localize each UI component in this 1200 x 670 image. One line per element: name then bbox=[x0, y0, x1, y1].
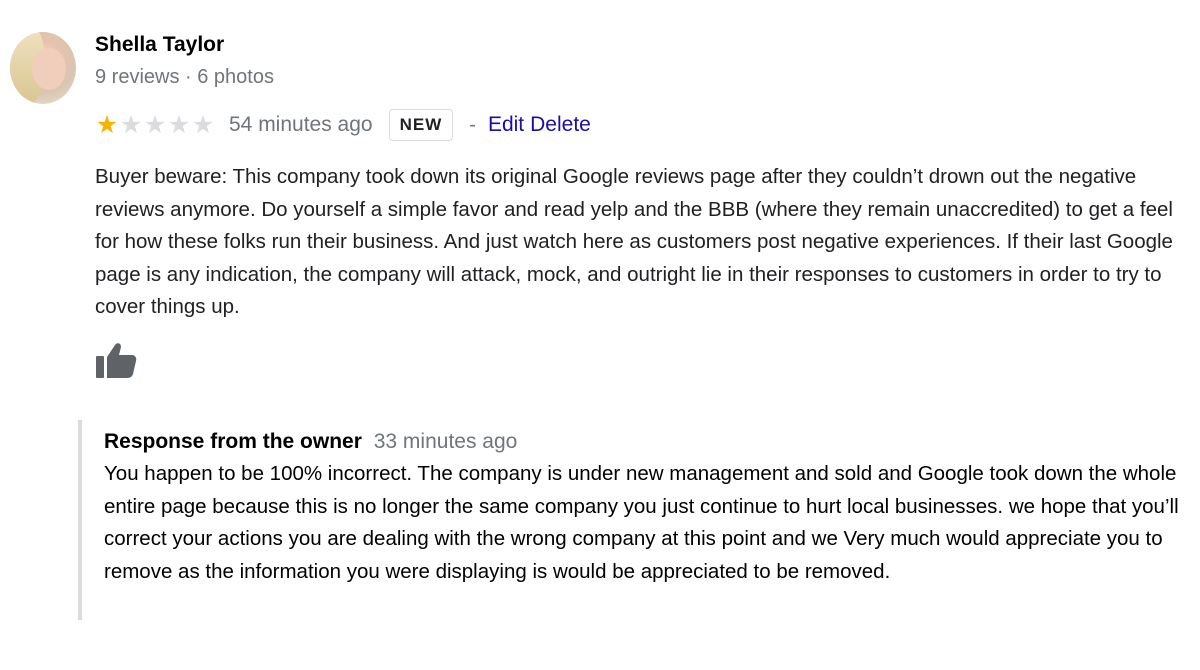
owner-response-time: 33 minutes ago bbox=[373, 430, 518, 453]
review-text: Buyer beware: This company took down its… bbox=[95, 165, 1173, 318]
reviewer-meta: 9 reviews · 6 photos bbox=[95, 66, 274, 88]
delete-link[interactable]: Delete bbox=[530, 113, 591, 137]
thumbs-up-icon-svg bbox=[96, 343, 137, 378]
star-icon: ★ bbox=[143, 110, 167, 139]
star-icon: ★ bbox=[167, 110, 191, 139]
owner-response: Response from the owner 33 minutes ago Y… bbox=[78, 420, 1182, 620]
review-time: 54 minutes ago bbox=[229, 113, 373, 136]
separator: - bbox=[469, 113, 476, 136]
thumbs-up-icon[interactable] bbox=[95, 340, 139, 380]
rating-row: ★ ★ ★ ★ ★ 54 minutes ago NEW - Edit Delete bbox=[95, 108, 591, 142]
avatar[interactable] bbox=[10, 32, 76, 104]
owner-response-text: You happen to be 100% incorrect. The com… bbox=[104, 462, 1179, 583]
star-icon: ★ bbox=[191, 110, 215, 139]
owner-response-header: Response from the owner 33 minutes ago bbox=[104, 430, 517, 454]
star-icon: ★ bbox=[119, 110, 143, 139]
star-icon: ★ bbox=[95, 110, 119, 139]
reviewer-name[interactable]: Shella Taylor bbox=[95, 33, 224, 57]
star-rating: ★ ★ ★ ★ ★ bbox=[95, 110, 215, 139]
edit-link[interactable]: Edit bbox=[488, 113, 524, 137]
new-badge: NEW bbox=[388, 109, 454, 141]
owner-response-label: Response from the owner bbox=[104, 430, 362, 453]
avatar-face bbox=[32, 48, 66, 90]
